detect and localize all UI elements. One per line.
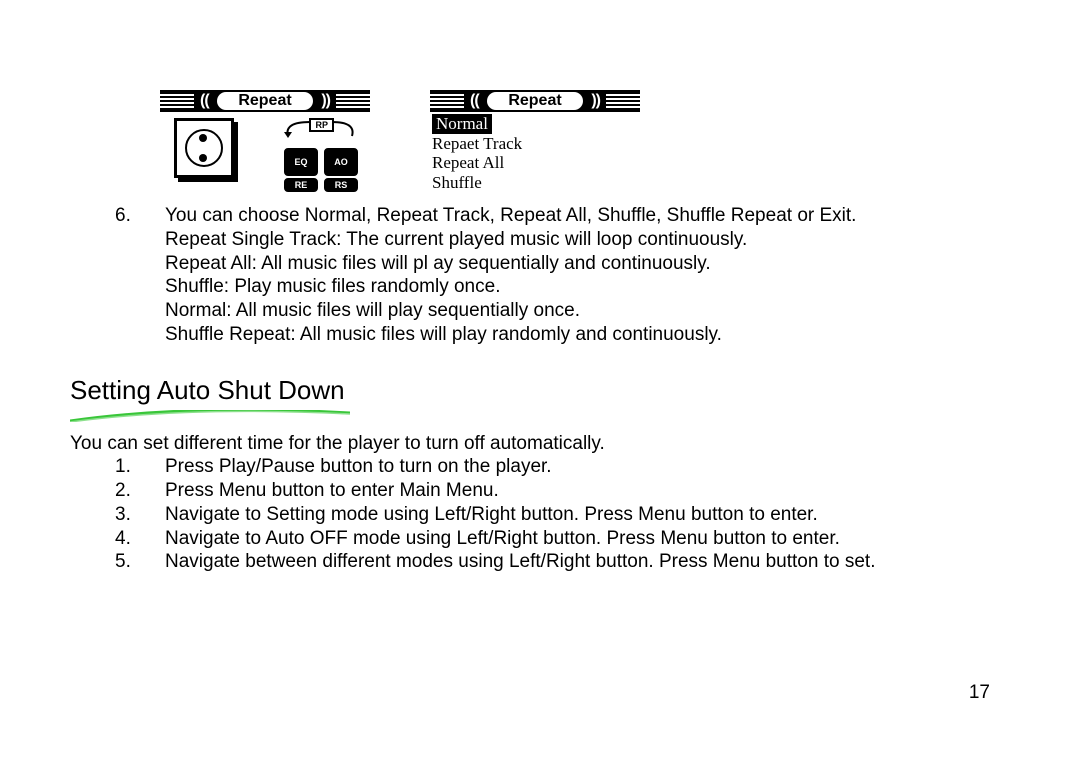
desc-line: Repeat All: All music files will pl ay s… bbox=[165, 252, 1010, 276]
bracket-right-icon: )) bbox=[315, 92, 336, 110]
mode-icons-grid: RP EQ AO RE RS bbox=[244, 118, 358, 192]
list-number: 6. bbox=[115, 204, 165, 228]
menu-item-selected: Normal bbox=[432, 114, 492, 134]
lcd-screen-repeat-list: (( Repeat )) Normal Repaet Track Repeat … bbox=[430, 90, 640, 198]
auto-shutdown-intro: You can set different time for the playe… bbox=[70, 432, 1010, 456]
page-number: 17 bbox=[969, 682, 990, 704]
bracket-left-icon: (( bbox=[464, 92, 485, 110]
step-number: 2. bbox=[115, 479, 165, 503]
swoosh-divider-icon bbox=[70, 406, 350, 418]
screen-title: Repeat bbox=[217, 92, 314, 110]
screen-header: (( Repeat )) bbox=[430, 90, 640, 112]
desc-line: Repeat Single Track: The current played … bbox=[165, 228, 1010, 252]
step-text: Navigate to Setting mode using Left/Righ… bbox=[165, 503, 818, 527]
desc-line: Shuffle Repeat: All music files will pla… bbox=[165, 323, 1010, 347]
lcd-screen-repeat-icons: (( Repeat )) RP EQ AO bbox=[160, 90, 370, 198]
step-number: 3. bbox=[115, 503, 165, 527]
menu-item: Repeat All bbox=[430, 153, 640, 173]
step-text: Press Play/Pause button to turn on the p… bbox=[165, 455, 552, 479]
step-text: Navigate between different modes using L… bbox=[165, 550, 875, 574]
header-stripes-right bbox=[336, 94, 370, 108]
repeat-sub-lines: Repeat Single Track: The current played … bbox=[165, 228, 1010, 347]
rp-icon: RP bbox=[284, 118, 358, 144]
menu-item: Shuffle bbox=[430, 173, 640, 193]
re-icon: RE bbox=[284, 178, 318, 192]
album-art-icon bbox=[174, 118, 234, 178]
step-text: Press Menu button to enter Main Menu. bbox=[165, 479, 499, 503]
step-number: 4. bbox=[115, 527, 165, 551]
auto-shutdown-steps: 1.Press Play/Pause button to turn on the… bbox=[115, 455, 1010, 574]
screen-header: (( Repeat )) bbox=[160, 90, 370, 112]
ao-icon: AO bbox=[324, 148, 358, 176]
step-number: 1. bbox=[115, 455, 165, 479]
screen-title: Repeat bbox=[487, 92, 584, 110]
menu-item: Repaet Track bbox=[430, 134, 640, 154]
bracket-left-icon: (( bbox=[194, 92, 215, 110]
repeat-description: 6. You can choose Normal, Repeat Track, … bbox=[115, 204, 1010, 228]
header-stripes-left bbox=[430, 94, 464, 108]
screen-body: RP EQ AO RE RS bbox=[160, 112, 370, 198]
bracket-right-icon: )) bbox=[585, 92, 606, 110]
desc-line: Shuffle: Play music files randomly once. bbox=[165, 275, 1010, 299]
list-text: You can choose Normal, Repeat Track, Rep… bbox=[165, 204, 1010, 228]
step-number: 5. bbox=[115, 550, 165, 574]
header-stripes-left bbox=[160, 94, 194, 108]
section-heading-auto-shutdown: Setting Auto Shut Down bbox=[70, 375, 1010, 406]
header-stripes-right bbox=[606, 94, 640, 108]
rs-icon: RS bbox=[324, 178, 358, 192]
desc-line: Normal: All music files will play sequen… bbox=[165, 299, 1010, 323]
eq-icon: EQ bbox=[284, 148, 318, 176]
screen-body: Normal Repaet Track Repeat All Shuffle bbox=[430, 112, 640, 192]
lcd-screens-row: (( Repeat )) RP EQ AO bbox=[160, 90, 1010, 198]
step-text: Navigate to Auto OFF mode using Left/Rig… bbox=[165, 527, 840, 551]
